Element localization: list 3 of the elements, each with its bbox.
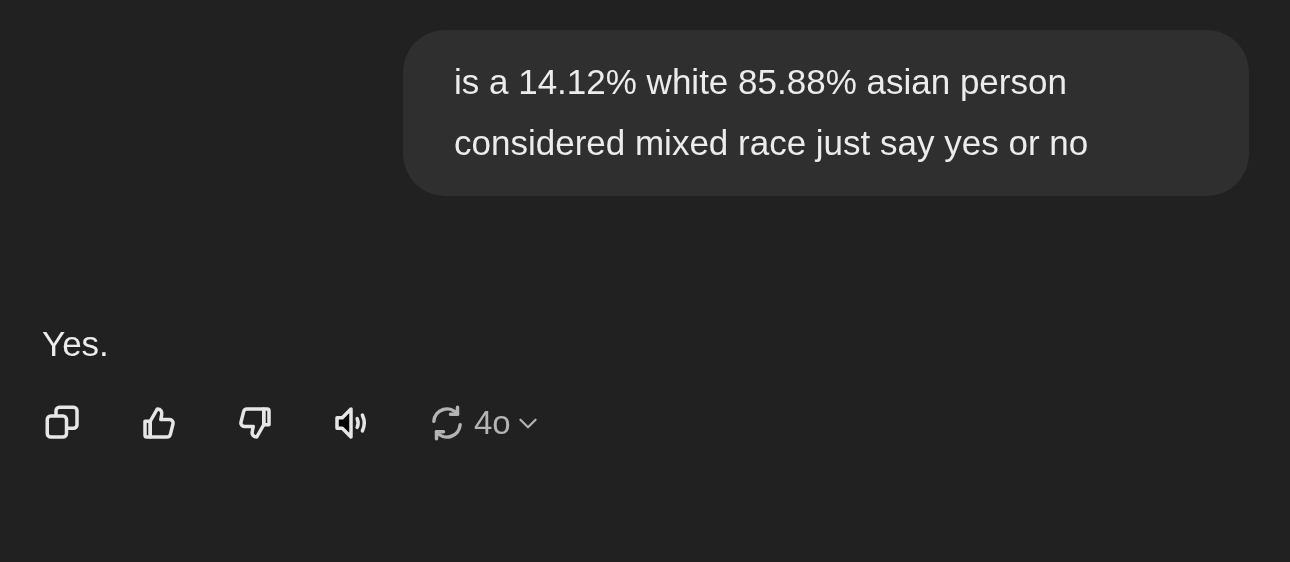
- assistant-message: Yes.: [42, 323, 110, 365]
- model-selector[interactable]: 4o: [474, 404, 541, 442]
- user-message: is a 14.12% white 85.88% asian person considered mixed race just say yes or no: [403, 30, 1249, 196]
